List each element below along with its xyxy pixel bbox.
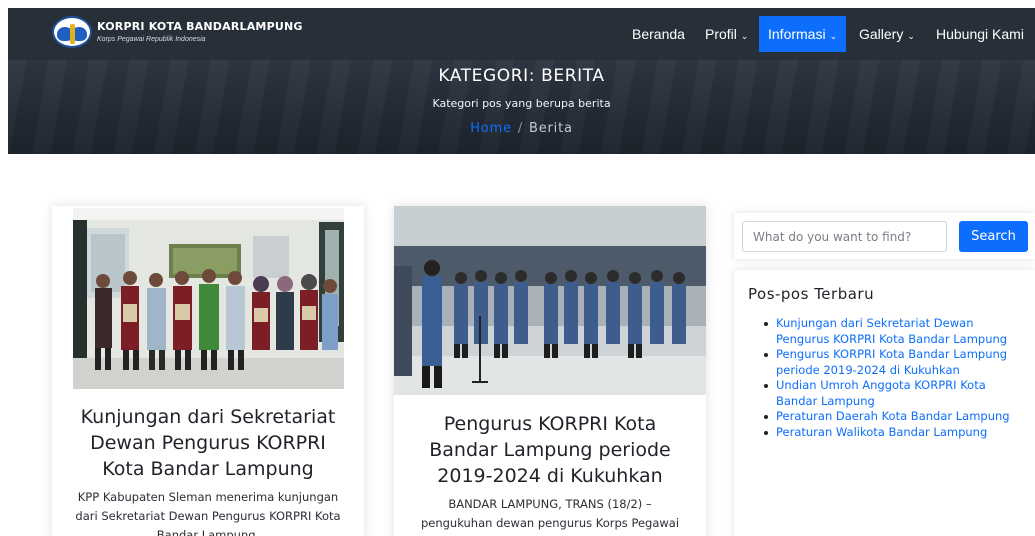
nav-item-label: Gallery <box>859 26 904 42</box>
list-item: Peraturan Daerah Kota Bandar Lampung <box>762 409 1024 425</box>
page-title: KATEGORI: BERITA <box>438 66 605 86</box>
post-excerpt: KPP Kabupaten Sleman menerima kunjungan … <box>75 490 341 536</box>
recent-post-link[interactable]: Pengurus KORPRI Kota Bandar Lampung peri… <box>776 347 1007 377</box>
recent-post-link[interactable]: Kunjungan dari Sekretariat Dewan Penguru… <box>776 316 1007 346</box>
recent-post-link[interactable]: Undian Umroh Anggota KORPRI Kota Bandar … <box>776 378 986 408</box>
nav-item-informasi[interactable]: Informasi ⌄ <box>759 16 847 52</box>
nav-item-gallery[interactable]: Gallery ⌄ <box>859 21 915 47</box>
recent-posts-widget: Pos-pos Terbaru Kunjungan dari Sekretari… <box>734 270 1035 536</box>
recent-post-link[interactable]: Peraturan Walikota Bandar Lampung <box>776 425 987 439</box>
search-input[interactable] <box>742 221 947 252</box>
recent-posts-list: Kunjungan dari Sekretariat Dewan Penguru… <box>762 316 1024 440</box>
breadcrumb-separator: / <box>517 121 524 136</box>
navbar: KORPRI KOTA BANDARLAMPUNG Korps Pegawai … <box>8 8 1035 60</box>
ceremony-photo-image <box>394 206 706 395</box>
breadcrumb: Home / Berita <box>8 121 1035 136</box>
list-item: Peraturan Walikota Bandar Lampung <box>762 425 1024 441</box>
list-item: Pengurus KORPRI Kota Bandar Lampung peri… <box>762 347 1024 378</box>
post-excerpt: BANDAR LAMPUNG, TRANS (18/2) – pengukuha… <box>420 497 680 536</box>
recent-post-link[interactable]: Peraturan Daerah Kota Bandar Lampung <box>776 409 1010 423</box>
post-title[interactable]: Pengurus KORPRI Kota Bandar Lampung peri… <box>410 411 690 489</box>
post-title[interactable]: Kunjungan dari Sekretariat Dewan Penguru… <box>68 404 348 482</box>
nav-item-label: Hubungi Kami <box>936 26 1024 42</box>
site-title[interactable]: KORPRI KOTA BANDARLAMPUNG <box>97 20 303 33</box>
nav-item-label: Profil <box>705 26 737 42</box>
list-item: Undian Umroh Anggota KORPRI Kota Bandar … <box>762 378 1024 409</box>
nav-item-label: Beranda <box>632 26 685 42</box>
post-thumbnail[interactable] <box>73 208 344 389</box>
chevron-down-icon: ⌄ <box>907 31 915 41</box>
group-photo-image <box>73 208 344 389</box>
nav-item-label: Informasi <box>768 26 826 42</box>
nav-item-profil[interactable]: Profil ⌄ <box>705 21 748 47</box>
post-card[interactable]: Kunjungan dari Sekretariat Dewan Penguru… <box>52 206 364 536</box>
chevron-down-icon: ⌄ <box>829 31 838 41</box>
nav-item-beranda[interactable]: Beranda <box>632 21 685 47</box>
post-thumbnail[interactable] <box>394 206 706 395</box>
nav-item-hubungi-kami[interactable]: Hubungi Kami <box>936 21 1024 47</box>
search-widget: Search <box>734 213 1035 259</box>
page-description: Kategori pos yang berupa berita <box>432 97 611 110</box>
chevron-down-icon: ⌄ <box>740 31 749 41</box>
emblem-core <box>70 24 75 44</box>
post-card[interactable]: Pengurus KORPRI Kota Bandar Lampung peri… <box>394 206 706 536</box>
korpri-emblem-icon[interactable] <box>52 16 92 48</box>
site-subtitle: Korps Pegawai Republik Indonesia <box>97 36 206 43</box>
list-item: Kunjungan dari Sekretariat Dewan Penguru… <box>762 316 1024 347</box>
page-header: KORPRI KOTA BANDARLAMPUNG Korps Pegawai … <box>8 8 1035 154</box>
search-button[interactable]: Search <box>959 221 1028 252</box>
breadcrumb-current: Berita <box>529 121 573 136</box>
breadcrumb-home-link[interactable]: Home <box>470 121 512 136</box>
recent-posts-title: Pos-pos Terbaru <box>748 285 875 303</box>
